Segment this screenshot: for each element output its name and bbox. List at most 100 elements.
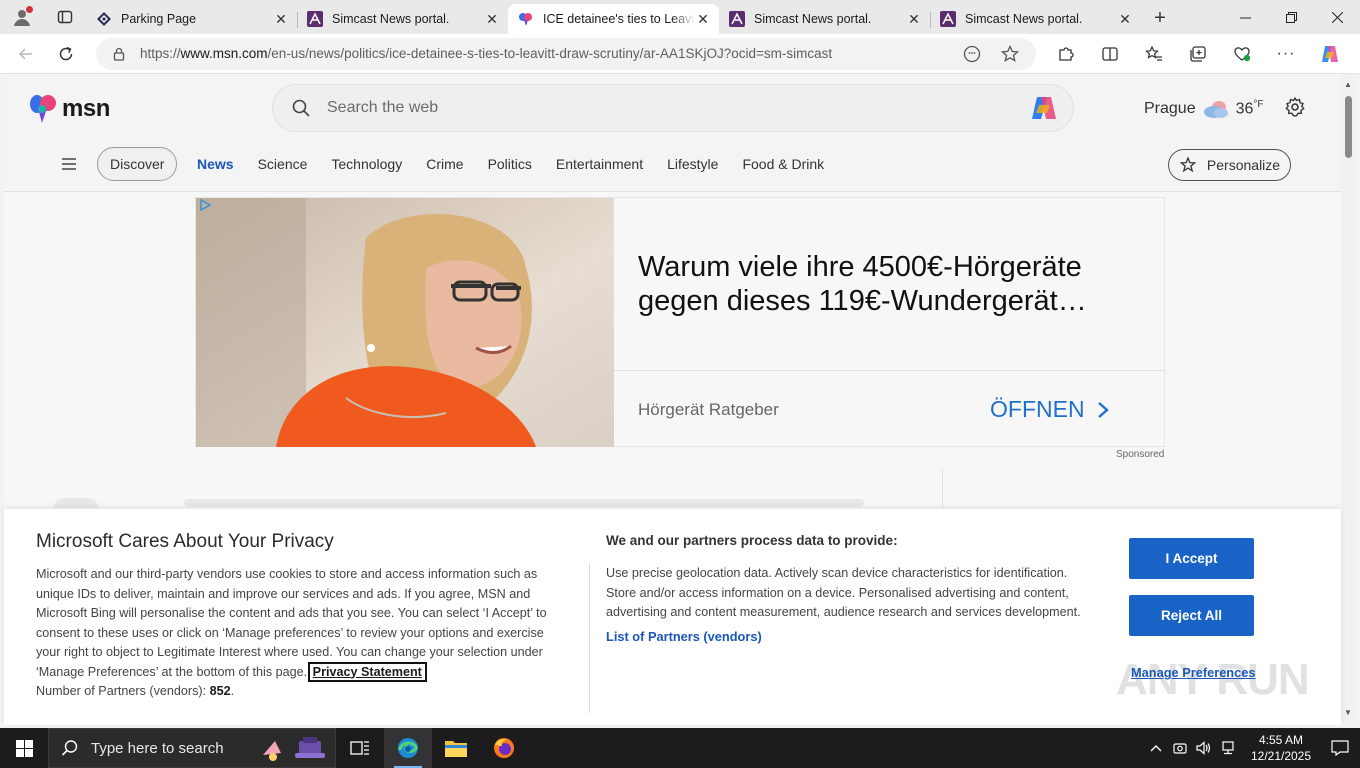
partners-count-line: Number of Partners (vendors): 852. xyxy=(36,684,235,698)
ad-cta-label: ÖFFNEN xyxy=(990,396,1085,422)
category-news[interactable]: News xyxy=(197,156,234,172)
msn-settings-button[interactable] xyxy=(1284,96,1306,121)
favorites-button[interactable] xyxy=(1132,38,1176,70)
close-tab-icon[interactable]: ✕ xyxy=(273,11,289,27)
search-placeholder: Search the web xyxy=(327,99,439,116)
taskbar-edge[interactable] xyxy=(384,728,432,768)
copilot-icon[interactable] xyxy=(1029,94,1059,122)
back-arrow-icon xyxy=(18,47,32,60)
manage-preferences-link[interactable]: Manage Preferences xyxy=(1131,665,1255,680)
volume-button[interactable] xyxy=(1192,741,1216,755)
split-screen-button[interactable] xyxy=(1088,38,1132,70)
taskbar-search-placeholder: Type here to search xyxy=(91,739,224,757)
discover-button[interactable]: Discover xyxy=(97,147,178,181)
tab-parking-page[interactable]: Parking Page ✕ xyxy=(86,4,297,34)
category-politics[interactable]: Politics xyxy=(488,156,532,172)
privacy-statement-link[interactable]: Privacy Statement xyxy=(307,661,427,682)
tab-simcast-3[interactable]: Simcast News portal. ✕ xyxy=(930,4,1141,34)
tab-simcast-1[interactable]: Simcast News portal. ✕ xyxy=(297,4,508,34)
favorites-star-list-icon xyxy=(1145,45,1162,61)
tab-title: Simcast News portal. xyxy=(332,12,450,26)
personalize-button[interactable]: Personalize xyxy=(1168,149,1291,181)
taskbar-firefox[interactable] xyxy=(480,728,528,768)
close-tab-icon[interactable]: ✕ xyxy=(484,11,500,27)
weather-widget[interactable]: Prague 36°F xyxy=(1144,98,1264,120)
reject-all-button[interactable]: Reject All xyxy=(1129,595,1254,636)
close-window-button[interactable] xyxy=(1314,0,1360,34)
category-technology[interactable]: Technology xyxy=(331,156,402,172)
copilot-button[interactable] xyxy=(1308,38,1352,70)
show-hidden-icons-button[interactable] xyxy=(1144,744,1168,752)
favorite-star-button[interactable] xyxy=(996,40,1024,68)
tab-title: ICE detainee's ties to Leavitt draw scru… xyxy=(543,12,695,26)
clock-time: 4:55 AM xyxy=(1258,733,1304,747)
parking-favicon-icon xyxy=(96,11,112,27)
start-button[interactable] xyxy=(0,728,48,768)
search-icon xyxy=(61,740,78,756)
sponsored-ad[interactable]: Warum viele ihre 4500€-Hörgeräte gegen d… xyxy=(195,197,1166,447)
scroll-down-icon[interactable]: ▼ xyxy=(1344,708,1352,717)
consent-title: Microsoft Cares About Your Privacy xyxy=(36,531,334,552)
privacy-consent-dialog: Microsoft Cares About Your Privacy Micro… xyxy=(4,509,1341,725)
taskbar-file-explorer[interactable] xyxy=(432,728,480,768)
close-tab-icon[interactable]: ✕ xyxy=(906,11,922,27)
url-path: /en-us/news/politics/ice-detainee-s-ties… xyxy=(267,46,833,61)
edge-icon xyxy=(398,738,418,758)
ad-headline[interactable]: Warum viele ihre 4500€-Hörgeräte gegen d… xyxy=(638,250,1138,318)
tab-simcast-2[interactable]: Simcast News portal. ✕ xyxy=(719,4,930,34)
minimize-button[interactable] xyxy=(1222,0,1268,34)
site-info-lock-icon[interactable] xyxy=(112,47,126,61)
back-button[interactable] xyxy=(6,38,46,70)
category-food-drink[interactable]: Food & Drink xyxy=(742,156,824,172)
refresh-icon xyxy=(59,46,73,60)
browser-essentials-button[interactable] xyxy=(1220,38,1264,70)
new-tab-button[interactable]: + xyxy=(1141,3,1179,33)
settings-more-button[interactable]: ··· xyxy=(1264,38,1308,70)
ad-divider xyxy=(614,370,1166,371)
minimize-icon xyxy=(1239,17,1251,18)
read-aloud-button[interactable] xyxy=(958,40,986,68)
gear-icon xyxy=(1285,97,1305,117)
meet-now-button[interactable] xyxy=(1168,741,1192,755)
page-scrollbar[interactable]: ▲ ▼ xyxy=(1341,74,1356,721)
close-tab-icon[interactable]: ✕ xyxy=(695,11,711,27)
chevron-right-icon xyxy=(1097,401,1109,418)
simcast-favicon-icon xyxy=(307,11,323,27)
category-crime[interactable]: Crime xyxy=(426,156,463,172)
refresh-button[interactable] xyxy=(46,38,86,70)
notification-dot xyxy=(26,6,33,13)
scroll-thumb[interactable] xyxy=(1345,96,1352,158)
content-placeholder-bar xyxy=(184,499,864,507)
network-button[interactable] xyxy=(1216,741,1240,755)
search-icon xyxy=(292,99,310,117)
close-tab-icon[interactable]: ✕ xyxy=(1117,11,1133,27)
address-bar[interactable]: https://www.msn.com/en-us/news/politics/… xyxy=(96,37,1036,70)
more-dots-icon: ··· xyxy=(1276,44,1296,62)
speaker-icon xyxy=(1196,741,1211,755)
collections-button[interactable] xyxy=(1176,38,1220,70)
web-search-box[interactable]: Search the web xyxy=(272,84,1074,132)
tab-msn-article[interactable]: ICE detainee's ties to Leavitt draw scru… xyxy=(508,4,719,34)
profile-button[interactable] xyxy=(0,0,44,34)
taskbar-search-box[interactable]: Type here to search xyxy=(48,728,336,768)
notifications-button[interactable] xyxy=(1320,740,1360,756)
menu-button[interactable] xyxy=(62,158,76,173)
window-controls xyxy=(1222,0,1360,34)
purposes-title: We and our partners process data to prov… xyxy=(606,533,898,548)
msn-logo[interactable]: msn xyxy=(28,94,110,124)
adchoices-icon[interactable] xyxy=(198,198,212,212)
tab-actions-button[interactable] xyxy=(44,0,86,34)
cloudy-weather-icon xyxy=(1203,101,1228,118)
category-entertainment[interactable]: Entertainment xyxy=(556,156,643,172)
category-science[interactable]: Science xyxy=(258,156,308,172)
list-of-partners-link[interactable]: List of Partners (vendors) xyxy=(606,629,762,644)
chevron-up-icon xyxy=(1150,745,1162,752)
category-lifestyle[interactable]: Lifestyle xyxy=(667,156,718,172)
scroll-up-icon[interactable]: ▲ xyxy=(1344,80,1352,89)
ad-open-button[interactable]: ÖFFNEN xyxy=(990,396,1109,423)
accept-button[interactable]: I Accept xyxy=(1129,538,1254,579)
extensions-button[interactable] xyxy=(1044,38,1088,70)
task-view-button[interactable] xyxy=(336,728,384,768)
restore-button[interactable] xyxy=(1268,0,1314,34)
taskbar-clock[interactable]: 4:55 AM 12/21/2025 xyxy=(1246,732,1316,764)
